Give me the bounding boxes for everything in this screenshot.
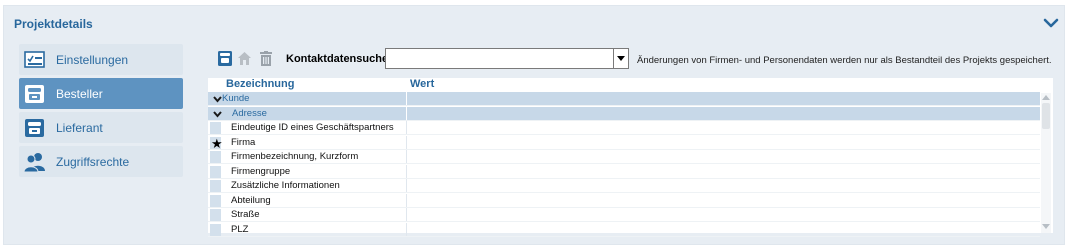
- save-notice: Änderungen von Firmen- und Personendaten…: [637, 55, 1052, 66]
- contact-search-input[interactable]: [385, 48, 614, 69]
- row-value[interactable]: [406, 179, 1040, 192]
- scroll-down-icon[interactable]: [1042, 224, 1050, 230]
- sidebar-nav: Einstellungen Besteller Lieferant Zugrif…: [19, 44, 183, 180]
- row-marker[interactable]: [210, 93, 222, 105]
- sidebar-item-label: Zugriffsrechte: [56, 155, 130, 169]
- row-value[interactable]: [406, 222, 1040, 236]
- sidebar-item-label: Einstellungen: [56, 53, 129, 67]
- row-label: Firma: [231, 136, 256, 148]
- row-label: Adresse: [232, 107, 267, 119]
- row-label: Kunde: [222, 93, 250, 104]
- table-row[interactable]: Zusätzliche Informationen: [208, 179, 1040, 193]
- row-marker: ★: [210, 136, 223, 151]
- row-value: [406, 106, 1040, 120]
- vertical-scrollbar[interactable]: [1041, 93, 1051, 233]
- sidebar-item-label: Besteller: [56, 87, 103, 101]
- users-icon: [23, 152, 46, 173]
- table-row[interactable]: Firmenbezeichnung, Kurzform: [208, 150, 1040, 164]
- table-row[interactable]: Firmengruppe: [208, 164, 1040, 179]
- row-marker: [210, 223, 221, 236]
- sidebar-item-einstellungen[interactable]: Einstellungen: [19, 44, 183, 75]
- sidebar-item-lieferant[interactable]: Lieferant: [19, 112, 183, 143]
- row-marker: [210, 165, 221, 178]
- settings-checklist-icon: [24, 50, 46, 70]
- panel-title: Projektdetails: [14, 17, 93, 31]
- row-marker: [210, 180, 221, 192]
- contact-search-label: Kontaktdatensuche: [286, 53, 389, 65]
- row-marker: [210, 194, 221, 207]
- sidebar-item-besteller[interactable]: Besteller: [19, 78, 183, 109]
- phone-icon: [24, 118, 46, 138]
- chevron-down-icon[interactable]: [213, 96, 222, 103]
- column-header-bezeichnung[interactable]: Bezeichnung: [226, 78, 294, 91]
- group-row[interactable]: Kunde: [208, 92, 1040, 106]
- properties-grid: Bezeichnung Wert Kunde Adresse Eindeutige …: [208, 78, 1053, 237]
- table-row[interactable]: Straße: [208, 208, 1040, 222]
- phone-icon[interactable]: [218, 51, 232, 66]
- row-value[interactable]: [406, 193, 1040, 207]
- trash-icon[interactable]: [260, 51, 274, 66]
- row-value[interactable]: [406, 135, 1040, 149]
- row-value[interactable]: [406, 164, 1040, 178]
- row-marker: [210, 151, 221, 163]
- row-label: Firmenbezeichnung, Kurzform: [231, 151, 359, 162]
- row-value[interactable]: [406, 150, 1040, 163]
- phone-icon: [24, 84, 46, 104]
- table-row[interactable]: ★ Firma: [208, 135, 1040, 151]
- row-label: Straße: [231, 209, 260, 220]
- home-icon[interactable]: [237, 51, 251, 66]
- contact-search-toolbar: Kontaktdatensuche Änderungen von Firmen-…: [216, 47, 1061, 71]
- table-row[interactable]: Eindeutige ID eines Geschäftspartners: [208, 121, 1040, 135]
- chevron-down-icon[interactable]: [613, 48, 629, 69]
- chevron-down-icon[interactable]: [213, 110, 222, 118]
- row-value[interactable]: [406, 121, 1040, 134]
- row-marker[interactable]: [210, 108, 222, 120]
- table-row[interactable]: Abteilung: [208, 193, 1040, 208]
- scroll-up-icon[interactable]: [1042, 94, 1050, 100]
- group-row[interactable]: Adresse: [208, 106, 1040, 121]
- row-label: Firmengruppe: [231, 165, 291, 177]
- scrollbar-thumb[interactable]: [1042, 103, 1050, 129]
- row-marker: [210, 209, 221, 221]
- row-value[interactable]: [406, 208, 1040, 221]
- table-row[interactable]: PLZ: [208, 222, 1040, 237]
- row-label: PLZ: [231, 223, 249, 235]
- row-value: [406, 92, 1040, 105]
- row-label: Eindeutige ID eines Geschäftspartners: [231, 122, 394, 133]
- row-label: Abteilung: [231, 194, 271, 206]
- chevron-down-icon[interactable]: [1042, 14, 1060, 32]
- column-header-wert[interactable]: Wert: [410, 78, 434, 91]
- row-label: Zusätzliche Informationen: [231, 180, 340, 191]
- row-marker: [210, 122, 221, 134]
- sidebar-item-zugriffsrechte[interactable]: Zugriffsrechte: [19, 146, 183, 177]
- sidebar-item-label: Lieferant: [56, 121, 103, 135]
